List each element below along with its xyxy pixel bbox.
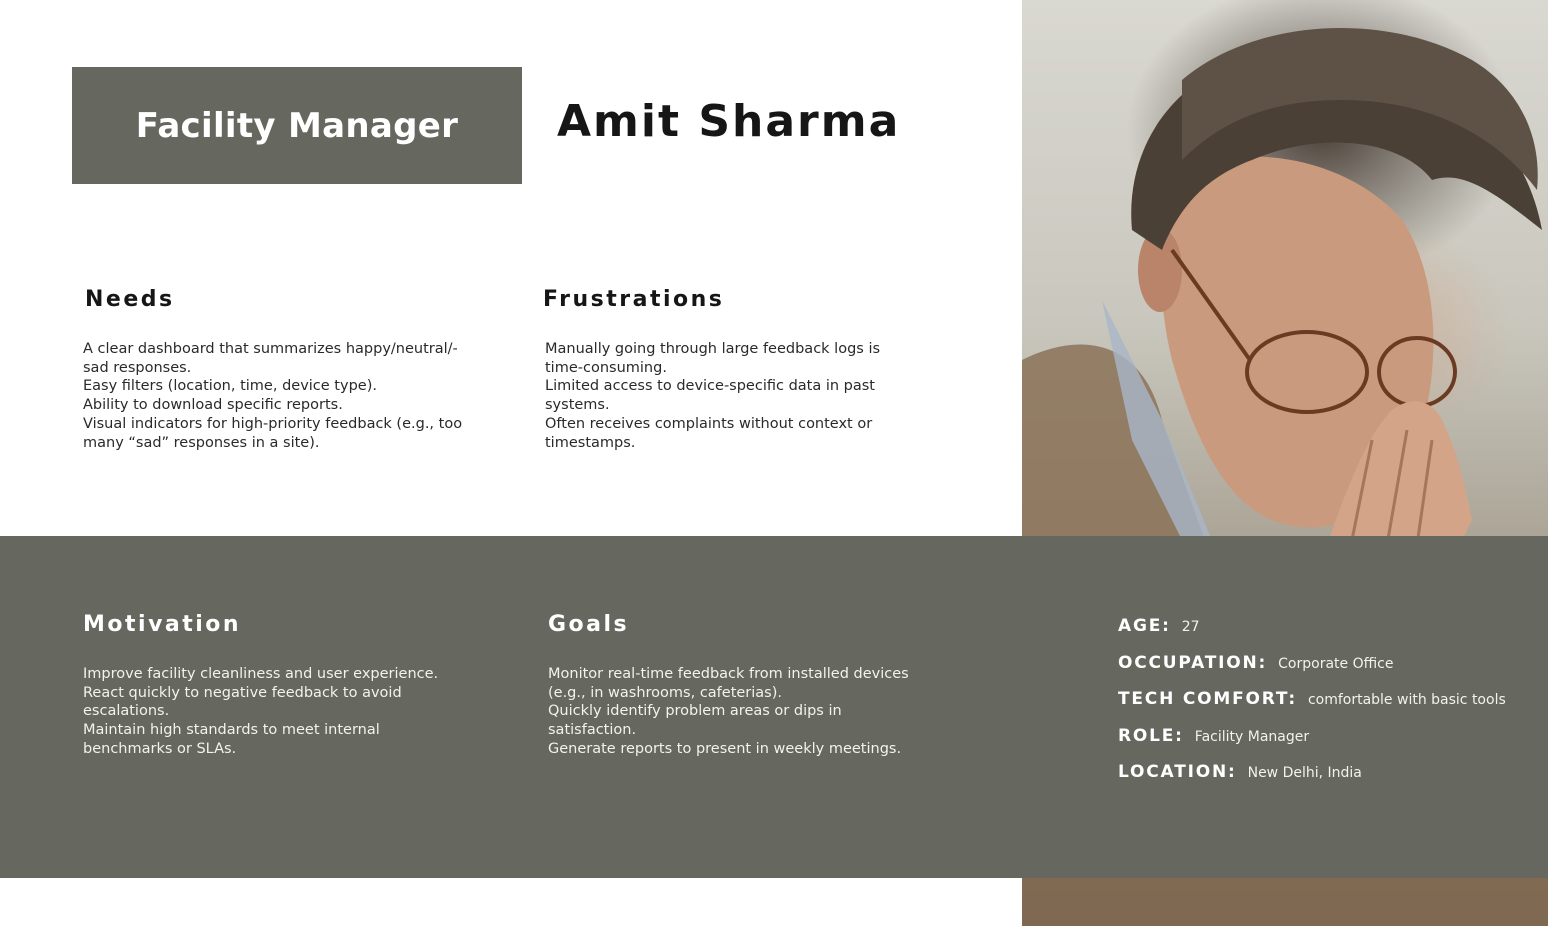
list-item: Monitor real-time feedback from installe… bbox=[548, 666, 909, 701]
frustrations-heading: Frustrations bbox=[543, 287, 725, 312]
fact-occupation: OCCUPATION: Corporate Office bbox=[1118, 653, 1506, 690]
frustrations-list: Manually going through large feedback lo… bbox=[545, 340, 915, 452]
fact-label: LOCATION: bbox=[1118, 762, 1237, 782]
goals-heading: Goals bbox=[548, 612, 630, 637]
fact-value: Corporate Office bbox=[1278, 655, 1394, 672]
fact-label: AGE: bbox=[1118, 616, 1171, 636]
persona-facts: AGE: 27 OCCUPATION: Corporate Office TEC… bbox=[1118, 616, 1506, 799]
list-item: Manually going through large feedback lo… bbox=[545, 341, 881, 376]
needs-heading: Needs bbox=[85, 287, 175, 312]
fact-label: OCCUPATION: bbox=[1118, 652, 1268, 673]
list-item: Often receives complaints without contex… bbox=[545, 415, 873, 451]
list-item: A clear dashboard that summarizes happy/… bbox=[83, 341, 458, 376]
persona-details-band: Motivation Improve facility cleanliness … bbox=[0, 536, 1548, 878]
list-item: Generate reports to present in weekly me… bbox=[548, 740, 902, 757]
list-item: Quickly identify problem areas or dips i… bbox=[548, 703, 842, 739]
needs-list: A clear dashboard that summarizes happy/… bbox=[83, 340, 475, 452]
fact-location: LOCATION: New Delhi, India bbox=[1118, 762, 1506, 799]
role-badge-label: Facility Manager bbox=[135, 105, 459, 146]
list-item: React quickly to negative feedback to av… bbox=[83, 684, 402, 720]
fact-value: comfortable with basic tools bbox=[1307, 692, 1506, 708]
list-item: Ability to download specific reports. bbox=[83, 397, 343, 414]
fact-tech-comfort: TECH COMFORT: comfortable with basic too… bbox=[1118, 689, 1506, 726]
fact-label: ROLE: bbox=[1118, 725, 1184, 746]
list-item: Improve facility cleanliness and user ex… bbox=[83, 666, 439, 682]
list-item: Easy filters (location, time, device typ… bbox=[83, 378, 377, 395]
role-badge: Facility Manager bbox=[72, 67, 522, 184]
fact-role: ROLE: Facility Manager bbox=[1118, 726, 1506, 763]
fact-value: New Delhi, India bbox=[1247, 765, 1362, 781]
motivation-list: Improve facility cleanliness and user ex… bbox=[83, 665, 463, 759]
fact-label: TECH COMFORT: bbox=[1118, 689, 1297, 709]
fact-value: Facility Manager bbox=[1194, 728, 1310, 745]
persona-name: Amit Sharma bbox=[557, 96, 901, 147]
fact-value: 27 bbox=[1181, 619, 1200, 635]
goals-list: Monitor real-time feedback from installe… bbox=[548, 665, 918, 759]
list-item: Limited access to device-specific data i… bbox=[545, 378, 875, 414]
motivation-heading: Motivation bbox=[83, 612, 242, 637]
list-item: Visual indicators for high-priority feed… bbox=[83, 415, 463, 451]
fact-age: AGE: 27 bbox=[1118, 616, 1506, 653]
list-item: Maintain high standards to meet internal… bbox=[83, 722, 380, 757]
